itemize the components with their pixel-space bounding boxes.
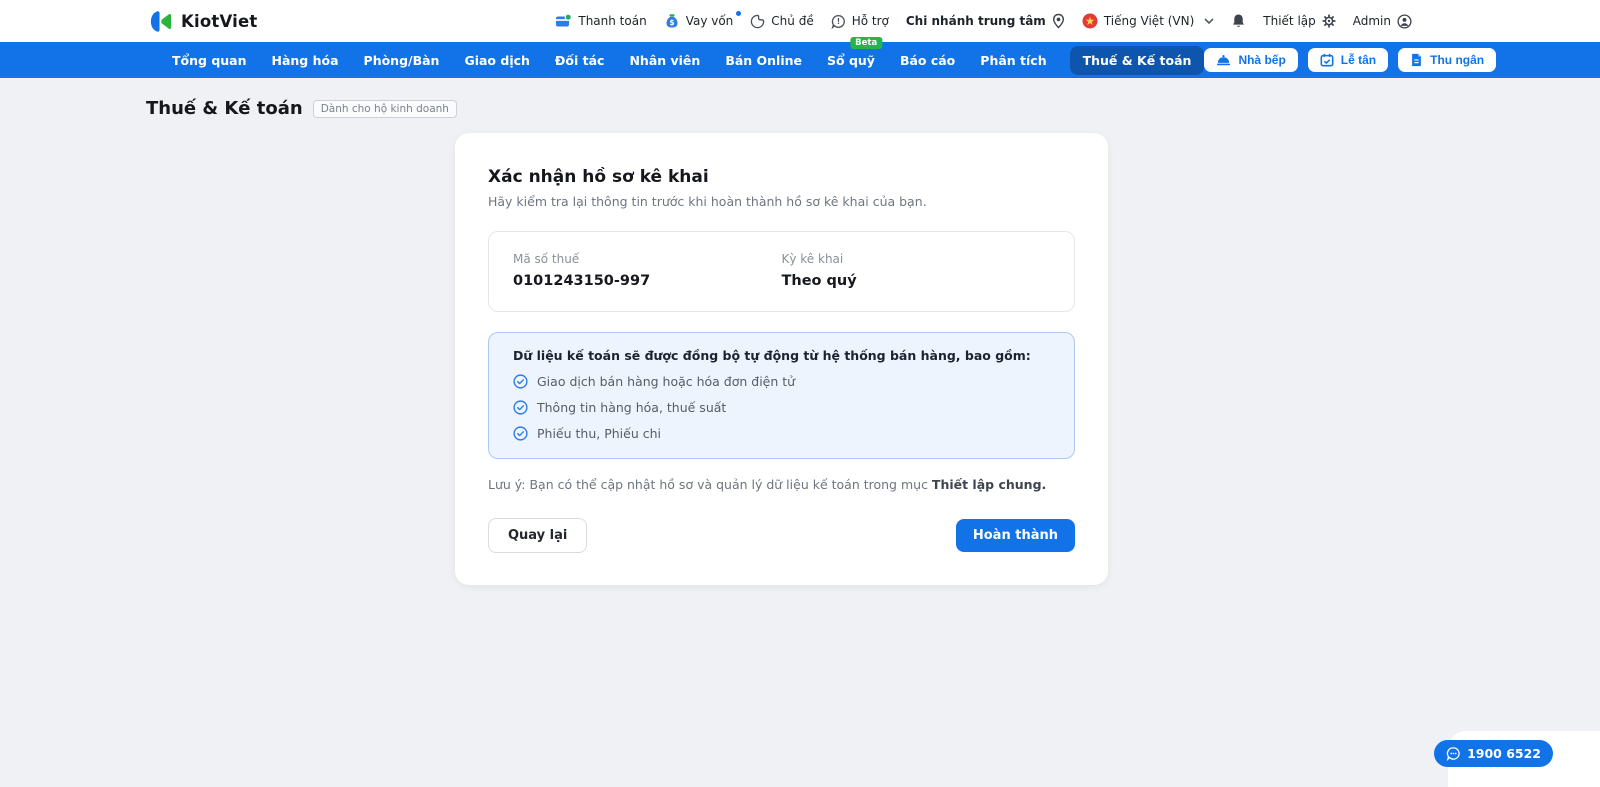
beta-badge: Beta — [850, 36, 883, 49]
svg-text:!: ! — [836, 16, 839, 25]
menu-payment[interactable]: Thanh toán — [555, 13, 647, 29]
declaration-period-field: Kỳ kê khai Theo quý — [782, 252, 1051, 289]
topbar-menu: Thanh toán $ Vay vốn Chủ đề ! Hỗ trợ Bet… — [555, 11, 1412, 49]
main-content: Thuế & Kế toán Dành cho hộ kinh doanh Xá… — [0, 98, 1600, 585]
sync-item-label: Phiếu thu, Phiếu chi — [537, 426, 661, 441]
declaration-summary-box: Mã số thuế 0101243150-997 Kỳ kê khai The… — [488, 231, 1075, 312]
bell-icon — [1231, 13, 1246, 29]
loan-icon: $ — [664, 13, 680, 29]
sync-item-vouchers: Phiếu thu, Phiếu chi — [513, 426, 1050, 441]
declaration-period-label: Kỳ kê khai — [781, 252, 844, 266]
kiotviet-logo[interactable]: KiotViet — [148, 9, 257, 34]
notifications-button[interactable] — [1231, 13, 1246, 29]
cashier-button[interactable]: Thu ngân — [1398, 48, 1497, 72]
hotline-number: 1900 6522 — [1467, 746, 1541, 761]
menu-theme[interactable]: Chủ đề — [750, 14, 814, 29]
kitchen-cloche-icon — [1216, 53, 1231, 67]
kitchen-button[interactable]: Nhà bếp — [1204, 48, 1298, 72]
nav-actions: Nhà bếp Lễ tân Thu ngân — [1204, 48, 1497, 72]
vietnam-flag-icon — [1082, 13, 1098, 29]
menu-theme-label: Chủ đề — [771, 14, 814, 28]
nav-thue-ke-toan-active[interactable]: Thuế & Kế toán — [1069, 45, 1205, 75]
settings-button[interactable]: Thiết lập — [1263, 14, 1336, 28]
payment-icon — [555, 13, 573, 29]
menu-support-label: Hỗ trợ — [851, 14, 889, 28]
branch-selector[interactable]: Chi nhánh trung tâm — [906, 13, 1065, 29]
main-navbar: Tổng quan Hàng hóa Phòng/Bàn Giao dịch Đ… — [0, 42, 1600, 78]
reception-calendar-icon — [1320, 53, 1334, 67]
hotline-chat-button[interactable]: 1900 6522 — [1434, 740, 1553, 767]
nav-phan-tich[interactable]: Phân tích — [978, 46, 1048, 75]
nav-nhan-vien[interactable]: Nhân viên — [627, 46, 702, 75]
sync-item-transactions: Giao dịch bán hàng hoặc hóa đơn điện tử — [513, 374, 1050, 389]
back-button[interactable]: Quay lại — [488, 518, 588, 553]
chat-bubble-icon — [1446, 746, 1461, 761]
nav-phong-ban[interactable]: Phòng/Bàn — [362, 46, 442, 75]
gear-icon — [1322, 14, 1336, 28]
menu-support[interactable]: ! Hỗ trợ Beta — [831, 14, 889, 49]
tax-code-label: Mã số thuế — [513, 252, 580, 266]
menu-loan-label: Vay vốn — [685, 14, 734, 28]
dialog-footer: Quay lại Hoàn thành — [488, 518, 1075, 553]
nav-bao-cao[interactable]: Báo cáo — [898, 46, 957, 75]
check-circle-icon — [513, 374, 528, 389]
tax-code-field: Mã số thuế 0101243150-997 — [513, 252, 782, 289]
sync-info-box: Dữ liệu kế toán sẽ được đồng bộ tự động … — [488, 332, 1075, 459]
theme-icon — [750, 14, 765, 29]
page-head: Thuế & Kế toán Dành cho hộ kinh doanh — [146, 98, 1600, 119]
chevron-down-icon — [1204, 18, 1214, 24]
nav-giao-dich[interactable]: Giao dịch — [462, 46, 531, 75]
confirmation-card: Xác nhận hồ sơ kê khai Hãy kiểm tra lại … — [455, 133, 1108, 585]
cashier-receipt-icon — [1410, 53, 1423, 67]
menu-payment-label: Thanh toán — [578, 14, 647, 28]
complete-button[interactable]: Hoàn thành — [955, 519, 1075, 552]
nav-doi-tac[interactable]: Đối tác — [553, 46, 607, 75]
nav-list: Tổng quan Hàng hóa Phòng/Bàn Giao dịch Đ… — [170, 45, 1205, 75]
notification-dot — [736, 11, 742, 16]
account-label: Admin — [1352, 14, 1391, 28]
branch-label: Chi nhánh trung tâm — [905, 14, 1046, 28]
settings-label: Thiết lập — [1263, 14, 1316, 28]
account-menu[interactable]: Admin — [1352, 13, 1412, 29]
sync-item-products: Thông tin hàng hóa, thuế suất — [513, 400, 1050, 415]
location-pin-icon — [1052, 13, 1065, 29]
nav-so-quy[interactable]: Sổ quỹ — [825, 46, 877, 75]
dialog-subtitle: Hãy kiểm tra lại thông tin trước khi hoà… — [488, 194, 927, 209]
menu-loan[interactable]: $ Vay vốn — [664, 11, 742, 29]
language-selector[interactable]: Tiếng Việt (VN) — [1082, 13, 1214, 29]
cashier-button-label: Thu ngân — [1430, 53, 1485, 67]
svg-text:$: $ — [669, 18, 674, 27]
nav-hang-hoa[interactable]: Hàng hóa — [270, 46, 341, 75]
check-circle-icon — [513, 400, 528, 415]
page-badge: Dành cho hộ kinh doanh — [312, 99, 457, 118]
page-title: Thuế & Kế toán — [146, 98, 303, 119]
reception-button-label: Lễ tân — [1340, 53, 1377, 67]
note-prefix: Lưu ý: Bạn có thể cập nhật hồ sơ và quản… — [488, 477, 932, 492]
note-text: Lưu ý: Bạn có thể cập nhật hồ sơ và quản… — [488, 477, 1075, 492]
declaration-period-value: Theo quý — [781, 273, 857, 289]
sync-info-heading: Dữ liệu kế toán sẽ được đồng bộ tự động … — [513, 348, 1031, 363]
dialog-title: Xác nhận hồ sơ kê khai — [488, 167, 709, 187]
support-icon: ! — [831, 14, 846, 29]
nav-ban-online[interactable]: Bán Online — [723, 46, 804, 75]
sync-item-label: Giao dịch bán hàng hoặc hóa đơn điện tử — [537, 374, 796, 389]
sync-item-label: Thông tin hàng hóa, thuế suất — [537, 400, 727, 415]
topbar: KiotViet Thanh toán $ Vay vốn Chủ đề ! H… — [0, 0, 1600, 49]
brand-name: KiotViet — [181, 11, 258, 31]
note-emphasis: Thiết lập chung. — [931, 477, 1047, 492]
kiotviet-logo-icon — [148, 9, 173, 34]
kitchen-button-label: Nhà bếp — [1238, 53, 1286, 67]
nav-tong-quan[interactable]: Tổng quan — [170, 46, 249, 75]
reception-button[interactable]: Lễ tân — [1307, 48, 1389, 72]
check-circle-icon — [513, 426, 528, 441]
language-label: Tiếng Việt (VN) — [1103, 14, 1195, 28]
user-icon — [1397, 13, 1412, 29]
tax-code-value: 0101243150-997 — [513, 273, 651, 289]
